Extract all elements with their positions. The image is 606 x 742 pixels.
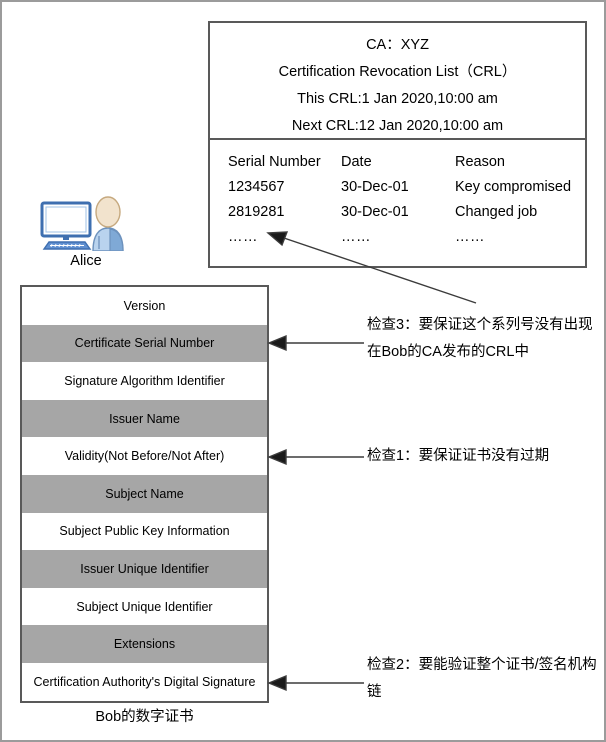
alice-label: Alice	[70, 253, 102, 269]
crl-cell-reason-ellipsis: ……	[455, 229, 485, 245]
alice-actor: Alice	[32, 195, 140, 277]
crl-cell-serial-ellipsis: ……	[228, 229, 258, 245]
diagram-page: CA：XYZ Certification Revocation List（CRL…	[0, 0, 606, 742]
crl-column-header-reason: Reason	[455, 154, 505, 170]
crl-table-row: 2819281 30-Dec-01 Changed job	[228, 200, 585, 225]
crl-cell-reason: Changed job	[455, 204, 538, 220]
arrow-check3-to-serial-number	[267, 334, 364, 352]
crl-table-header-row: Serial Number Date Reason	[228, 150, 585, 175]
user-avatar-icon	[92, 196, 124, 251]
crl-cell-serial: 2819281	[228, 204, 285, 220]
arrow-check1-to-validity	[267, 448, 364, 466]
annotation-check2: 检查2：要能验证整个证书/签名机构链	[367, 657, 597, 700]
crl-cell-reason: Key compromised	[455, 179, 572, 195]
crl-header-line-ca: CA：XYZ	[366, 37, 429, 53]
crl-cell-serial: 1234567	[228, 179, 285, 195]
crl-column-header-date: Date	[341, 154, 372, 170]
cert-field-subject-unique-id: Subject Unique Identifier	[22, 587, 267, 626]
crl-column-header-serial: Serial Number	[228, 154, 321, 170]
annotation-check3: 检查3：要保证这个系列号没有出现在Bob的CA发布的CRL中	[367, 317, 593, 360]
certificate-field-stack: Version Certificate Serial Number Signat…	[20, 285, 269, 703]
cert-field-serial-number: Certificate Serial Number	[22, 324, 267, 363]
crl-table-row: 1234567 30-Dec-01 Key compromised	[228, 175, 585, 200]
cert-field-validity: Validity(Not Before/Not After)	[22, 437, 267, 475]
cert-field-issuer-name: Issuer Name	[22, 399, 267, 438]
crl-cell-date-ellipsis: ……	[341, 229, 371, 245]
crl-cell-date: 30-Dec-01	[341, 179, 409, 195]
cert-field-signature-algorithm: Signature Algorithm Identifier	[22, 362, 267, 400]
cert-field-version: Version	[22, 287, 267, 325]
annotation-check1: 检查1：要保证证书没有过期	[367, 448, 550, 464]
crl-header-line-next: Next CRL:12 Jan 2020,10:00 am	[291, 118, 504, 134]
crl-header: CA：XYZ Certification Revocation List（CRL…	[210, 23, 585, 140]
cert-field-extensions: Extensions	[22, 625, 267, 663]
cert-field-ca-digital-signature: Certification Authority's Digital Signat…	[22, 662, 267, 701]
crl-box: CA：XYZ Certification Revocation List（CRL…	[208, 21, 587, 268]
crl-header-line-title: Certification Revocation List（CRL）	[278, 64, 517, 80]
arrow-check2-to-signature	[267, 674, 364, 692]
crl-table: Serial Number Date Reason 1234567 30-Dec…	[210, 140, 585, 250]
cert-field-subject-public-key: Subject Public Key Information	[22, 512, 267, 551]
crl-header-line-this: This CRL:1 Jan 2020,10:00 am	[297, 91, 498, 107]
computer-monitor-icon	[40, 201, 92, 250]
crl-cell-date: 30-Dec-01	[341, 204, 409, 220]
crl-table-row-ellipsis: …… …… ……	[228, 225, 585, 250]
certificate-caption: Bob的数字证书	[95, 709, 194, 725]
cert-field-subject-name: Subject Name	[22, 474, 267, 513]
cert-field-issuer-unique-id: Issuer Unique Identifier	[22, 550, 267, 588]
